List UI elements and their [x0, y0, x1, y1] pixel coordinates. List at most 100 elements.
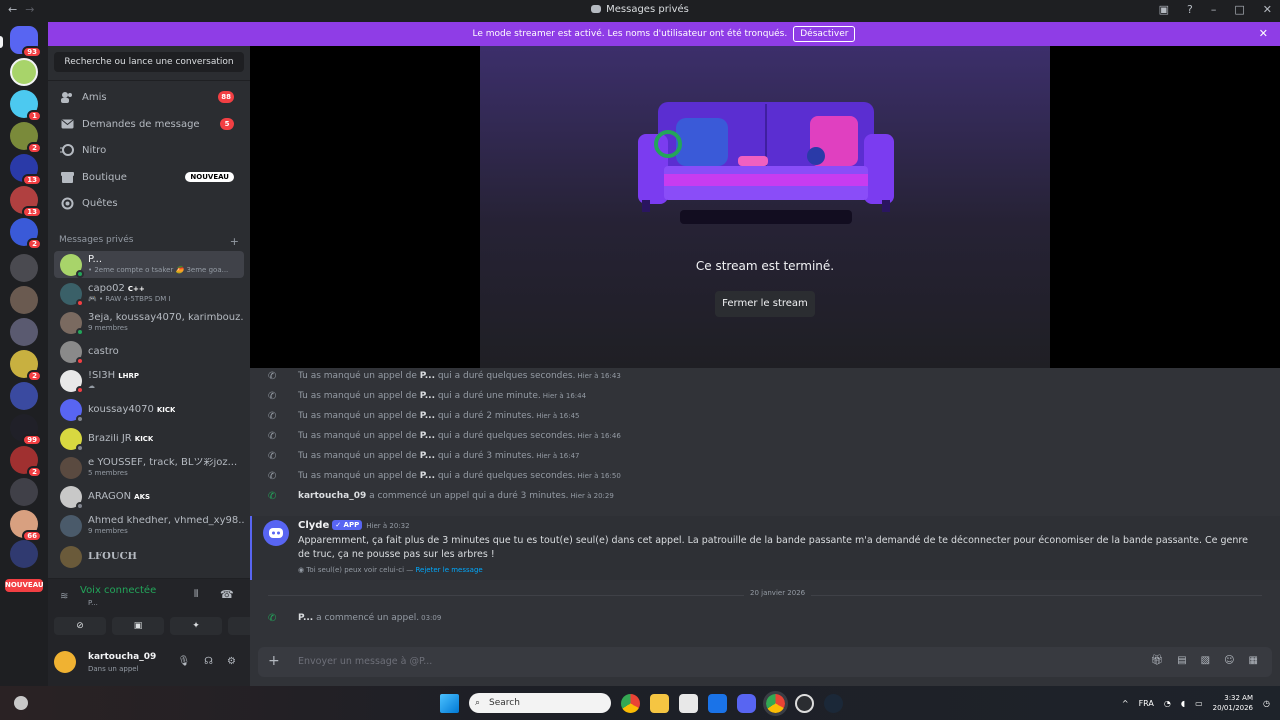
server-icon-11[interactable] [10, 382, 38, 410]
caller-name[interactable]: P... [420, 411, 435, 421]
disconnect-icon[interactable]: ☎ [220, 588, 234, 601]
activities-icon[interactable]: ✦ [170, 617, 222, 635]
search-input[interactable]: Recherche ou lance une conversation [54, 52, 244, 72]
server-icon-3[interactable]: 2 [10, 122, 42, 154]
new-badge[interactable]: NOUVEAU [5, 579, 44, 592]
home-server-icon[interactable]: 93 [10, 26, 42, 58]
server-icon-7[interactable] [10, 254, 38, 282]
file-explorer-icon[interactable] [650, 693, 669, 713]
caller-name[interactable]: P... [420, 451, 435, 461]
minimize-icon[interactable]: – [1211, 3, 1217, 16]
nav-friends[interactable]: Amis 88 [54, 86, 244, 108]
help-icon[interactable]: ? [1187, 3, 1193, 16]
caller-name[interactable]: P... [420, 371, 435, 381]
gif-icon[interactable]: ▤ [1177, 655, 1186, 666]
server-icon-10[interactable]: 2 [10, 350, 42, 382]
notification-bell-icon[interactable]: ◷ [1263, 699, 1270, 708]
dm-item[interactable]: Ahmed khedher, vhmed_xy98... 9 membres [54, 512, 244, 539]
dm-item[interactable]: capo02 C++ 🎮 • RAW 4-5TBPS DM I [54, 280, 244, 307]
volume-icon[interactable]: ◖ [1181, 699, 1185, 708]
disable-streamer-button[interactable]: Désactiver [793, 26, 856, 42]
dm-item[interactable]: ARAGON AKS [54, 483, 244, 510]
settings-gear-icon[interactable]: ⚙ [227, 656, 236, 667]
status-dot [76, 385, 84, 394]
close-banner-icon[interactable]: ✕ [1259, 27, 1268, 40]
dm-item[interactable]: Brazili JR KICK [54, 425, 244, 452]
avatar [60, 282, 84, 307]
headphones-icon[interactable]: ☊ [204, 656, 213, 667]
inbox-icon[interactable]: ▣ [1159, 3, 1169, 16]
group-avatar [60, 311, 84, 336]
message-composer[interactable]: + Envoyer un message à @P... 🎁︎ ▤ ▧ ☺ ▦ [258, 647, 1272, 677]
wifi-icon[interactable]: ◔ [1164, 699, 1171, 708]
windows-start-icon[interactable] [440, 693, 459, 713]
message-body: Apparemment, ça fait plus de 3 minutes q… [298, 535, 1248, 560]
server-icon-1[interactable] [10, 58, 38, 86]
emoji-icon[interactable]: ☺ [1224, 655, 1234, 666]
caller-name[interactable]: P... [420, 431, 435, 441]
dm-item[interactable]: koussay4070 KICK [54, 396, 244, 423]
mail-app-icon[interactable] [708, 693, 727, 713]
store-icon[interactable] [679, 693, 698, 713]
chrome-active-icon[interactable] [763, 690, 788, 716]
tray-chevron-icon[interactable]: ^ [1122, 699, 1129, 708]
battery-icon[interactable]: ▭ [1195, 699, 1203, 708]
apps-icon[interactable]: ▦ [1249, 655, 1258, 666]
nav-nitro[interactable]: Nitro [54, 139, 244, 161]
caller-name[interactable]: P... [298, 613, 313, 623]
server-icon-14[interactable] [10, 478, 38, 506]
server-icon-5[interactable]: 13 [10, 186, 42, 218]
nav-quests[interactable]: Quêtes [54, 192, 244, 214]
screen-share-icon[interactable]: ▣ [112, 617, 164, 635]
caller-name[interactable]: P... [420, 391, 435, 401]
discord-taskbar-icon[interactable] [737, 693, 756, 713]
clyde-avatar[interactable] [263, 520, 289, 546]
dm-item[interactable]: e YOUSSEF, track, BLツ彩joz... 5 membres [54, 454, 244, 481]
dm-item[interactable]: 3eja, koussay4070, karimbouz... 9 membres [54, 309, 244, 336]
window-title: Messages privés [0, 4, 1280, 15]
avatar[interactable] [54, 651, 76, 673]
dm-status: 🎮 • RAW 4-5TBPS DM I [88, 294, 171, 303]
create-dm-icon[interactable]: + [230, 235, 239, 248]
steam-icon[interactable] [824, 693, 843, 713]
caller-name[interactable]: kartoucha_09 [298, 491, 366, 501]
timestamp: Hier à 16:46 [577, 432, 621, 440]
server-icon-9[interactable] [10, 318, 38, 346]
author-name[interactable]: Clyde [298, 520, 329, 531]
server-badge: 2 [27, 466, 42, 478]
server-icon-13[interactable]: 2 [10, 446, 42, 478]
server-icon-15[interactable]: 66 [10, 510, 42, 542]
dm-item[interactable]: !SI3H LHRP ☁ [54, 367, 244, 394]
maximize-icon[interactable]: □ [1234, 3, 1244, 16]
language-indicator[interactable]: FRA [1139, 699, 1154, 708]
weather-widget-icon[interactable] [14, 696, 28, 710]
app-icon[interactable] [795, 693, 814, 713]
nav-shop[interactable]: Boutique NOUVEAU [54, 166, 244, 188]
chrome-icon[interactable] [621, 693, 640, 713]
server-icon-16[interactable] [10, 540, 38, 568]
microphone-icon[interactable]: 🎙︎ [177, 656, 190, 667]
camera-off-icon[interactable]: ⊘ [54, 617, 106, 635]
system-clock[interactable]: 3:32 AM 20/01/2026 [1213, 693, 1253, 713]
noise-suppression-icon[interactable]: ⫴ [194, 589, 198, 600]
server-icon-6[interactable]: 2 [10, 218, 42, 250]
dismiss-message-link[interactable]: Rejeter le message [416, 566, 483, 574]
attach-plus-icon[interactable]: + [268, 653, 280, 669]
server-icon-4[interactable]: 13 [10, 154, 42, 186]
dm-item[interactable]: LFOUCH [54, 543, 244, 570]
gift-icon[interactable]: 🎁︎ [1151, 655, 1164, 666]
date-divider-label: 20 janvier 2026 [744, 589, 812, 597]
caller-name[interactable]: P... [420, 471, 435, 481]
message-input[interactable]: Envoyer un message à @P... [298, 656, 432, 667]
sticker-icon[interactable]: ▧ [1201, 655, 1210, 666]
server-icon-2[interactable]: 1 [10, 90, 42, 122]
dm-item[interactable]: castro [54, 338, 244, 365]
server-icon-8[interactable] [10, 286, 38, 314]
close-stream-button[interactable]: Fermer le stream [715, 291, 815, 317]
avatar [60, 485, 84, 510]
server-icon-12[interactable]: 99 [10, 414, 42, 446]
taskbar-search[interactable]: ⌕ Search [469, 693, 611, 713]
dm-item[interactable]: P... • 2eme compte o tsaker 🥭 3eme goa... [54, 251, 244, 278]
close-window-icon[interactable]: ✕ [1263, 3, 1272, 16]
nav-message-requests[interactable]: Demandes de message 5 [54, 113, 244, 135]
